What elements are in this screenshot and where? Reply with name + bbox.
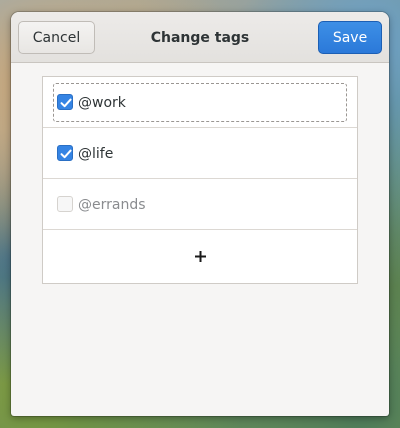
cancel-button-label: Cancel [32,29,81,46]
tag-checkbox-work[interactable] [57,94,73,110]
tag-label: @errands [78,196,146,213]
tag-row-life[interactable]: @life [43,128,357,179]
tag-label: @work [78,94,126,111]
header-bar: Cancel Change tags Save [11,12,389,63]
tag-row-errands[interactable]: @errands [43,179,357,230]
tag-row-work[interactable]: @work [43,77,357,128]
add-tag-button[interactable] [43,230,357,283]
cancel-button[interactable]: Cancel [18,21,95,54]
checkmark-icon [60,98,72,108]
tags-list: @work @life @errands [42,76,358,284]
dialog-title: Change tags [150,29,250,46]
change-tags-dialog: Cancel Change tags Save @work @life @err… [11,12,389,416]
tag-checkbox-life[interactable] [57,145,73,161]
tag-label: @life [78,145,114,162]
plus-icon [194,251,206,262]
checkmark-icon [60,149,72,159]
tag-checkbox-errands[interactable] [57,196,73,212]
save-button-label: Save [332,29,368,46]
save-button[interactable]: Save [318,21,382,54]
